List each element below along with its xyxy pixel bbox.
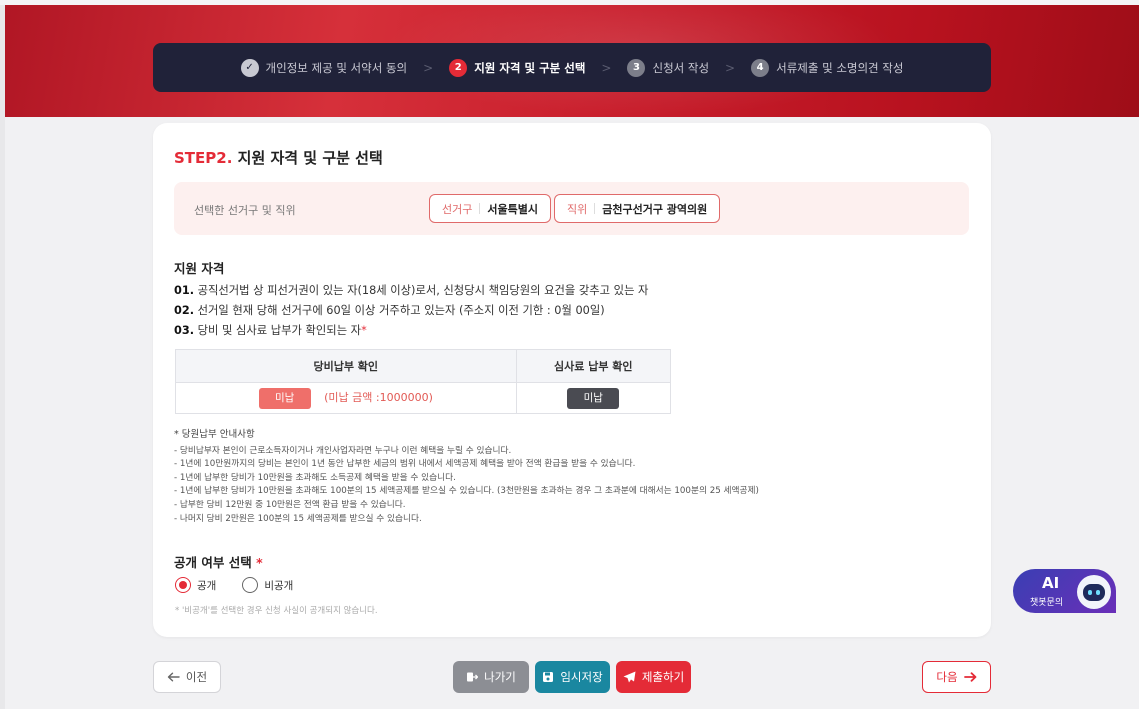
district-value: 서울특별시 [487,202,538,216]
step-1[interactable]: ✓ 개인정보 제공 및 서약서 동의 [240,58,408,77]
chip-divider [594,203,596,214]
radio-private-label[interactable]: 비공개 [264,578,293,593]
save-label: 임시저장 [560,670,603,684]
step-2-number: 2 [449,58,468,77]
table-header-row: 당비납부 확인 심사료 납부 확인 [175,349,672,383]
district-box: 선택한 선거구 및 직위 선거구 서울특별시 직위 금천구선거구 광역의원 [174,182,969,235]
notes-line: - 1년에 10만원까지의 당비는 본인이 1년 동안 납부한 세금의 범위 내… [174,459,636,470]
qualification-number: 02. [174,304,195,317]
notes-line: - 납부한 당비 12만원 중 10만원은 전액 환급 받을 수 있습니다. [174,499,406,510]
dues-header: 당비납부 확인 [175,349,517,383]
notes-line: - 1년에 납부한 당비가 10만원을 초과해도 소득공제 혜택을 받을 수 있… [174,472,456,483]
notes-line: - 1년에 납부한 당비가 10만원을 초과해도 100분의 15 세액공제를 … [174,486,759,497]
qualification-text: 공직선거법 상 피선거권이 있는 자(18세 이상)로서, 신청당시 책임당원의… [197,284,649,297]
radio-public[interactable] [175,577,191,593]
table-row: 미납 (미납 금액 :1000000) 미납 [175,382,672,414]
district-chip: 선거구 서울특별시 [429,194,551,223]
chatbot-ai-label: AI [1042,574,1060,592]
notes-line: - 당비납부자 본인이 근로소득자이거나 개인사업자라면 누구나 이런 혜택을 … [174,445,512,456]
arrow-right-icon [963,672,976,682]
paper-plane-icon [623,671,636,683]
floppy-disk-icon [543,672,554,682]
step-4-label: 서류제출 및 소명의견 작성 [776,60,904,75]
district-label: 선택한 선거구 및 직위 [194,204,296,217]
required-mark: * [361,324,367,337]
check-icon: ✓ [240,58,259,77]
notes-line: - 나머지 당비 2만원은 100분의 15 세액공제를 받으실 수 있습니다. [174,513,422,524]
district-key: 선거구 [442,202,473,216]
next-label: 다음 [936,670,958,684]
qualification-number: 03. [174,324,195,337]
dues-unpaid-button[interactable]: 미납 [258,387,311,409]
step-indicator: ✓ 개인정보 제공 및 서약서 동의 > 2 지원 자격 및 구분 선택 > 3… [153,43,991,92]
step-4-number: 4 [751,58,770,77]
dues-cell: 미납 (미납 금액 :1000000) [175,382,517,414]
step-3-label: 신청서 작성 [652,60,710,75]
step-2-label: 지원 자격 및 구분 선택 [474,60,586,75]
prev-label: 이전 [185,670,208,684]
chevron-right-icon: > [423,60,434,75]
page-title: STEP2. 지원 자격 및 구분 선택 [174,147,383,168]
step-2[interactable]: 2 지원 자격 및 구분 선택 [449,58,586,77]
qualification-item-3: 03. 당비 및 심사료 납부가 확인되는 자* [174,322,367,338]
save-button[interactable]: 임시저장 [535,661,610,693]
qualification-text: 당비 및 심사료 납부가 확인되는 자 [197,324,362,337]
required-mark: * [256,555,263,570]
qualification-item-1: 01. 공직선거법 상 피선거권이 있는 자(18세 이상)로서, 신청당시 책… [174,282,648,298]
exit-label: 나가기 [484,670,516,684]
disclosure-title-text: 공개 여부 선택 [174,555,252,570]
chatbot-label: 챗봇문의 [1030,598,1064,608]
chip-divider [479,203,481,214]
payment-notes: * 당원납부 안내사항 - 당비납부자 본인이 근로소득자이거나 개인사업자라면… [174,428,759,526]
disclosure-note: * '비공개'를 선택한 경우 신청 사실이 공개되지 않습니다. [175,606,378,616]
exit-icon [467,672,479,682]
position-value: 금천구선거구 광역의원 [602,202,708,216]
exit-button[interactable]: 나가기 [453,661,529,693]
chevron-right-icon: > [601,60,612,75]
chatbot-button[interactable]: AI 챗봇문의 [1013,569,1116,613]
radio-private[interactable] [242,577,259,593]
payment-table: 당비납부 확인 심사료 납부 확인 미납 (미납 금액 :1000000) 미납 [175,349,672,414]
step-prefix: STEP2. [174,149,233,167]
step-3[interactable]: 3 신청서 작성 [627,58,710,77]
robot-icon [1077,575,1111,609]
radio-public-label[interactable]: 공개 [197,578,216,593]
fee-unpaid-button[interactable]: 미납 [567,387,620,409]
notes-heading: * 당원납부 안내사항 [174,429,255,440]
qualification-title: 지원 자격 [174,261,225,276]
arrow-left-icon [167,672,180,682]
position-key: 직위 [567,202,588,216]
qualification-number: 01. [174,284,195,297]
step-4[interactable]: 4 서류제출 및 소명의견 작성 [751,58,904,77]
qualification-text: 선거일 현재 당해 선거구에 60일 이상 거주하고 있는자 (주소지 이전 기… [197,304,605,317]
main-card: STEP2. 지원 자격 및 구분 선택 선택한 선거구 및 직위 선거구 서울… [153,123,991,637]
fee-cell: 미납 [515,382,672,414]
chevron-right-icon: > [725,60,736,75]
disclosure-title: 공개 여부 선택 * [174,552,263,571]
fee-header: 심사료 납부 확인 [515,349,672,383]
position-chip: 직위 금천구선거구 광역의원 [554,194,721,223]
disclosure-radio-group: 공개 비공개 [175,577,293,593]
prev-button[interactable]: 이전 [153,661,221,693]
qualification-item-2: 02. 선거일 현재 당해 선거구에 60일 이상 거주하고 있는자 (주소지 … [174,302,605,318]
submit-label: 제출하기 [641,670,685,684]
unpaid-amount: (미납 금액 :1000000) [324,390,433,404]
step-1-label: 개인정보 제공 및 서약서 동의 [265,60,408,75]
submit-button[interactable]: 제출하기 [616,661,691,693]
page-title-text: 지원 자격 및 구분 선택 [237,149,383,167]
page-left-border [0,5,5,709]
step-3-number: 3 [627,58,646,77]
next-button[interactable]: 다음 [922,661,991,693]
